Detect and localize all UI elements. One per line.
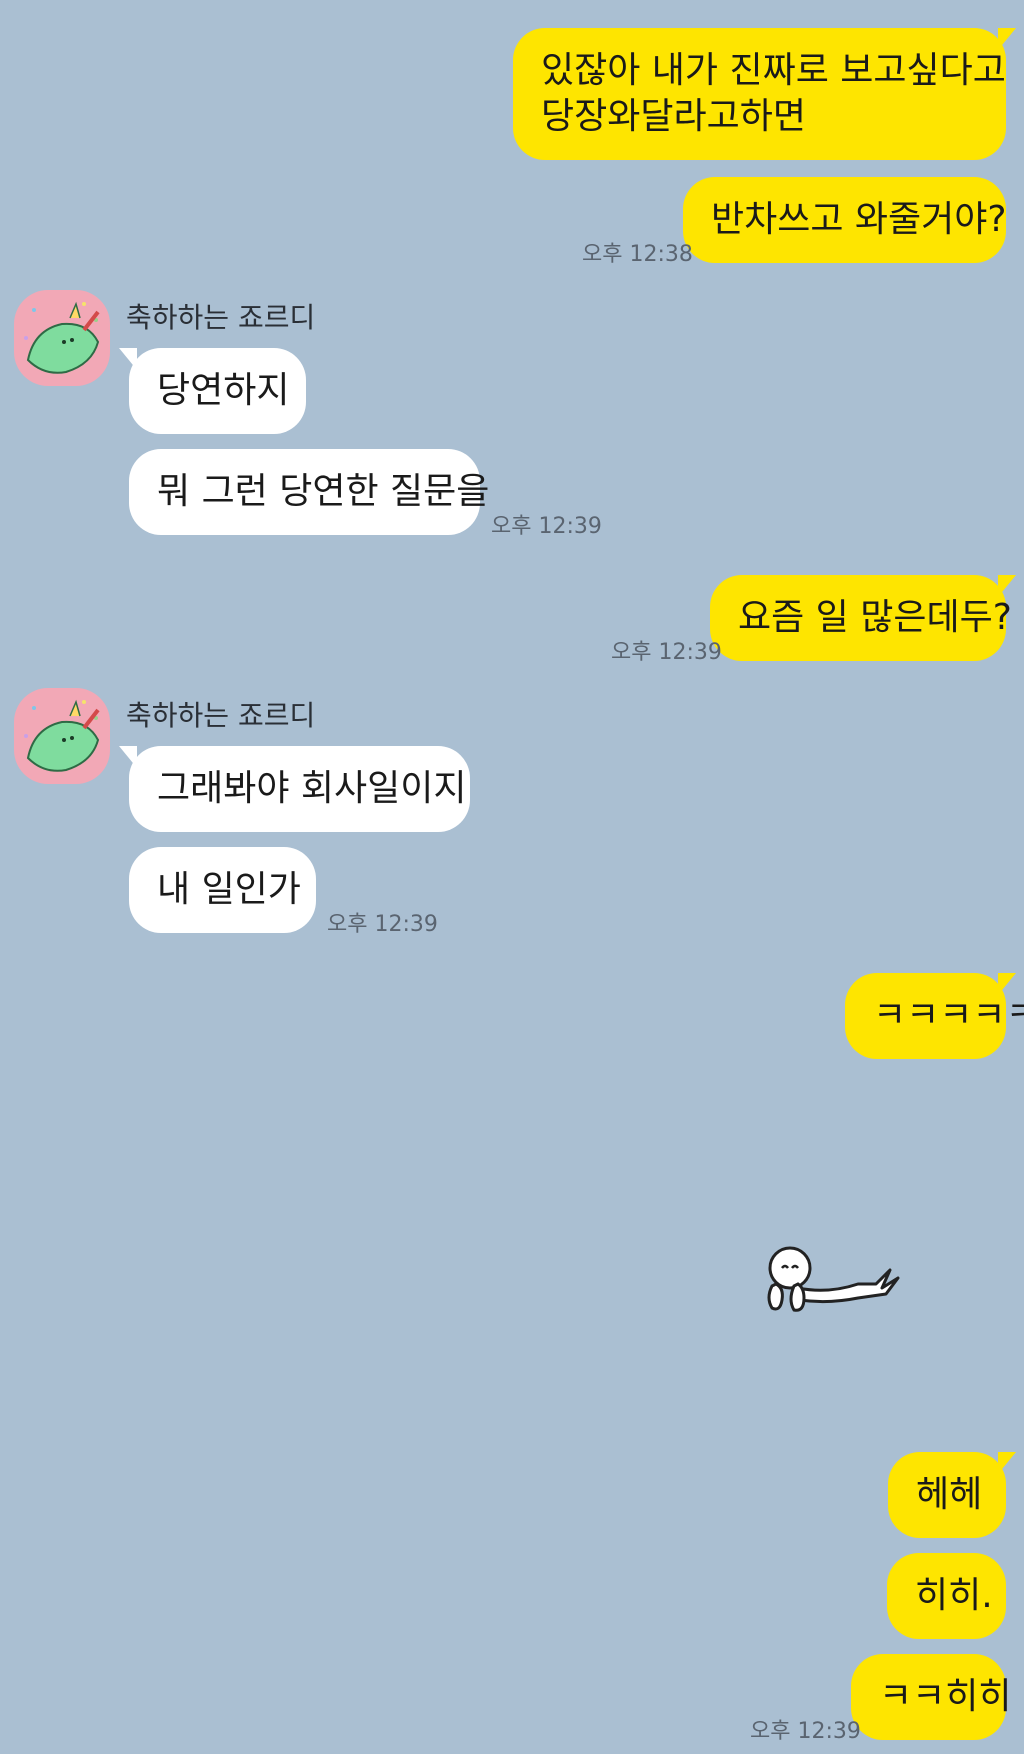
incoming-message[interactable]: 당연하지 [119,348,306,434]
contact-name: 축하하는 죠르디 [126,301,316,334]
contact-avatar[interactable] [14,290,110,386]
outgoing-message[interactable]: ㅋㅋㅋㅋㅋ [845,973,1024,1059]
contact-name: 축하하는 죠르디 [126,699,316,732]
contact-avatar[interactable] [14,688,110,784]
message-timestamp: 오후 12:39 [750,1719,861,1744]
incoming-message[interactable]: 뭐 그런 당연한 질문을 [129,449,489,535]
message-timestamp: 오후 12:39 [491,514,602,539]
incoming-message[interactable]: 내 일인가 [129,847,316,933]
incoming-message[interactable]: 그래봐야 회사일이지 [119,746,470,832]
message-timestamp: 오후 12:39 [611,640,722,665]
jordy-dinosaur-avatar-icon [24,699,100,772]
outgoing-message[interactable]: 반차쓰고 와줄거야? [683,177,1007,263]
outgoing-message[interactable]: 있잖아 내가 진짜로 보고싶다고 당장와달라고하면 [513,28,1016,160]
outgoing-message[interactable]: 헤헤 [888,1452,1016,1538]
message-timestamp: 오후 12:38 [582,242,693,267]
sticker[interactable] [758,1238,908,1322]
jordy-dinosaur-avatar-icon [24,301,100,374]
message-timestamp: 오후 12:39 [327,912,438,937]
outgoing-message[interactable]: 요즘 일 많은데두? [710,575,1016,661]
outgoing-message[interactable]: ㅋㅋ히히 [851,1654,1011,1740]
lying-character-sticker-icon [767,1246,900,1312]
outgoing-message[interactable]: 히히. [887,1553,1006,1639]
